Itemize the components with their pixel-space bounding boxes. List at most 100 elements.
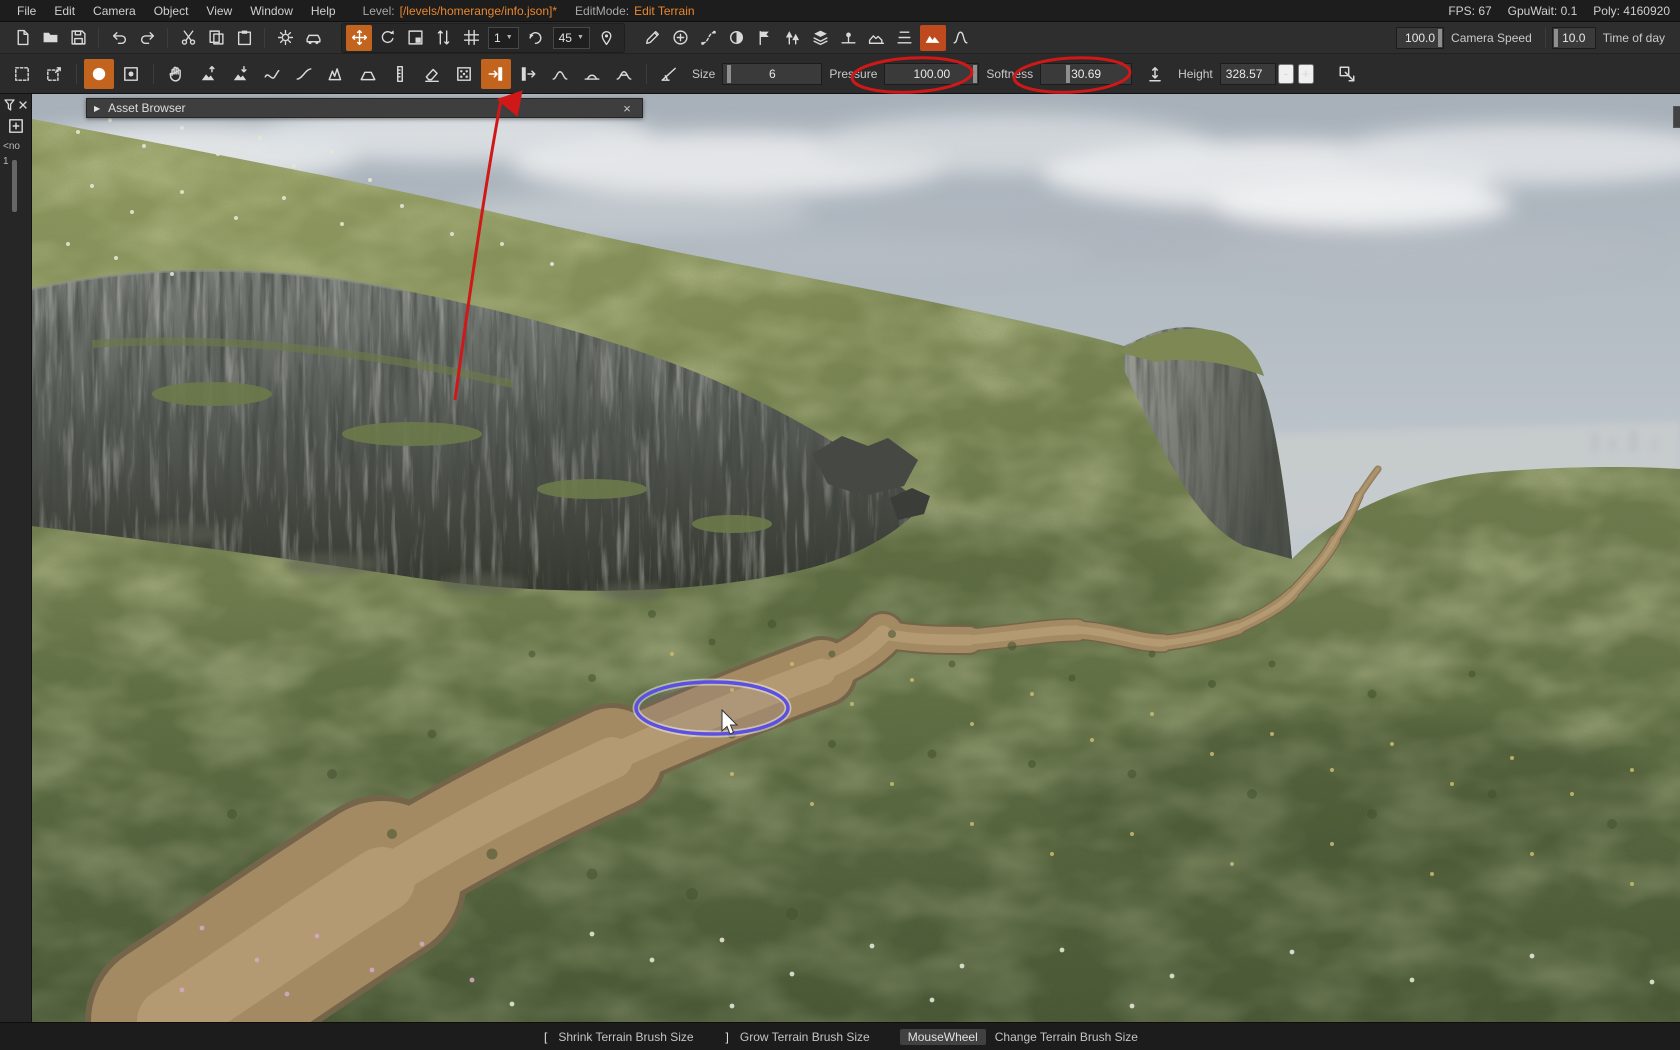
- softness-handle[interactable]: [1066, 65, 1070, 83]
- round-brush-button[interactable]: [84, 59, 114, 89]
- camera-speed-label: Camera Speed: [1451, 31, 1532, 45]
- viewport-edge-tab[interactable]: [1673, 106, 1680, 128]
- deselect-terrain-button[interactable]: [39, 59, 69, 89]
- plus-box-icon: [7, 117, 25, 135]
- lanes-tool-button[interactable]: [892, 25, 918, 51]
- noise-button[interactable]: [449, 59, 479, 89]
- grid-snap-button[interactable]: [458, 25, 484, 51]
- flag-tool-button[interactable]: [752, 25, 778, 51]
- set-empty-icon: [487, 65, 505, 83]
- square-brush-button[interactable]: [116, 59, 146, 89]
- redo-button[interactable]: [134, 25, 160, 51]
- hill-icon: [551, 65, 569, 83]
- vehicle-button[interactable]: [300, 25, 326, 51]
- axis-arrows-icon: [435, 29, 452, 46]
- pressure-slider[interactable]: 100.00: [884, 63, 979, 85]
- lower-height-button[interactable]: [225, 59, 255, 89]
- ramp-hill-button[interactable]: [609, 59, 639, 89]
- menu-view[interactable]: View: [197, 2, 241, 20]
- camera-speed-handle[interactable]: [1438, 29, 1442, 47]
- road-tool-button[interactable]: [696, 25, 722, 51]
- fps-stat: FPS: 67: [1448, 4, 1491, 18]
- flatten-hill-button[interactable]: [577, 59, 607, 89]
- menu-edit[interactable]: Edit: [45, 2, 84, 20]
- rotate-tool-button[interactable]: [374, 25, 400, 51]
- menu-camera[interactable]: Camera: [84, 2, 145, 20]
- terrain-canvas[interactable]: [32, 94, 1680, 1022]
- collapse-triangle-icon[interactable]: ▶: [94, 104, 100, 113]
- grab-terrain-button[interactable]: [161, 59, 191, 89]
- slope-limit-button[interactable]: [654, 59, 684, 89]
- axis-gizmo-button[interactable]: [430, 25, 456, 51]
- set-height-button[interactable]: [385, 59, 415, 89]
- round-brush-icon: [90, 65, 108, 83]
- grid-icon: [463, 29, 480, 46]
- asset-browser-bar[interactable]: ▶ Asset Browser ×: [86, 98, 643, 118]
- height-probe-button[interactable]: [1140, 59, 1170, 89]
- main-toolbar: 1▼ 45▼ 100.0 Camera Speed 10.0 Time of d…: [0, 22, 1680, 54]
- save-level-button[interactable]: [65, 25, 91, 51]
- cut-button[interactable]: [175, 25, 201, 51]
- smooth-slope-button[interactable]: [289, 59, 319, 89]
- menu-help[interactable]: Help: [302, 2, 345, 20]
- pressure-handle[interactable]: [973, 65, 977, 83]
- hill-base-icon: [583, 65, 601, 83]
- key-bracket-left: [: [542, 1029, 549, 1045]
- menu-file[interactable]: File: [8, 2, 45, 20]
- open-level-button[interactable]: [37, 25, 63, 51]
- scale-tool-button[interactable]: [402, 25, 428, 51]
- filter-clear-icon[interactable]: [3, 98, 29, 113]
- point-tool-button[interactable]: [836, 25, 862, 51]
- time-of-day-input[interactable]: 10.0: [1552, 27, 1596, 49]
- flatten-button[interactable]: [417, 59, 447, 89]
- softness-slider[interactable]: 30.69: [1040, 63, 1132, 85]
- camera-speed-input[interactable]: 100.0: [1396, 27, 1444, 49]
- add-layer-button[interactable]: [6, 117, 26, 137]
- clear-empty-button[interactable]: [513, 59, 543, 89]
- material-index[interactable]: 1: [0, 156, 9, 167]
- terrain-editor-button[interactable]: [920, 25, 946, 51]
- mesh-decal-button[interactable]: [948, 25, 974, 51]
- paste-button[interactable]: [231, 25, 257, 51]
- menu-window[interactable]: Window: [241, 2, 302, 20]
- smooth-curve-icon: [263, 65, 281, 83]
- raise-height-button[interactable]: [193, 59, 223, 89]
- brush-size-value: 6: [769, 67, 776, 81]
- create-object-button[interactable]: [668, 25, 694, 51]
- height-increase-button[interactable]: +: [1298, 64, 1314, 84]
- height-input[interactable]: 328.57: [1220, 63, 1276, 85]
- drop-to-ground-button[interactable]: [594, 25, 620, 51]
- sphere-tool-button[interactable]: [724, 25, 750, 51]
- rotate-snap-icon-button[interactable]: [523, 25, 549, 51]
- terrain-toolbar: Size 6 Pressure 100.00 Softness 30.69 He…: [0, 54, 1680, 94]
- settings-button[interactable]: [272, 25, 298, 51]
- move-tool-button[interactable]: [346, 25, 372, 51]
- hint-shrink-brush: [ Shrink Terrain Brush Size: [542, 1029, 694, 1045]
- paint-material-button[interactable]: [1332, 59, 1362, 89]
- chevron-down-icon: ▼: [506, 34, 513, 41]
- smooth-button[interactable]: [257, 59, 287, 89]
- time-of-day-handle[interactable]: [1554, 29, 1558, 47]
- smooth-hill-button[interactable]: [545, 59, 575, 89]
- forest-tool-button[interactable]: [780, 25, 806, 51]
- panel-scrollbar[interactable]: [12, 160, 17, 212]
- translate-snap-select[interactable]: 1▼: [488, 27, 519, 49]
- asset-browser-close-button[interactable]: ×: [619, 101, 635, 116]
- rotate-snap-select[interactable]: 45▼: [553, 27, 590, 49]
- select-terrain-button[interactable]: [7, 59, 37, 89]
- set-empty-button[interactable]: [481, 59, 511, 89]
- brush-size-handle[interactable]: [727, 65, 731, 83]
- scene-layers-button[interactable]: [808, 25, 834, 51]
- material-name-truncated[interactable]: <no: [0, 141, 20, 152]
- undo-button[interactable]: [106, 25, 132, 51]
- copy-button[interactable]: [203, 25, 229, 51]
- height-decrease-button[interactable]: -: [1278, 64, 1294, 84]
- menu-object[interactable]: Object: [145, 2, 198, 20]
- mesa-button[interactable]: [353, 59, 383, 89]
- terrain-block-button[interactable]: [864, 25, 890, 51]
- translate-snap-value: 1: [494, 31, 501, 45]
- pencil-tool-button[interactable]: [640, 25, 666, 51]
- brush-size-slider[interactable]: 6: [722, 63, 822, 85]
- sharpen-button[interactable]: [321, 59, 351, 89]
- new-level-button[interactable]: [9, 25, 35, 51]
